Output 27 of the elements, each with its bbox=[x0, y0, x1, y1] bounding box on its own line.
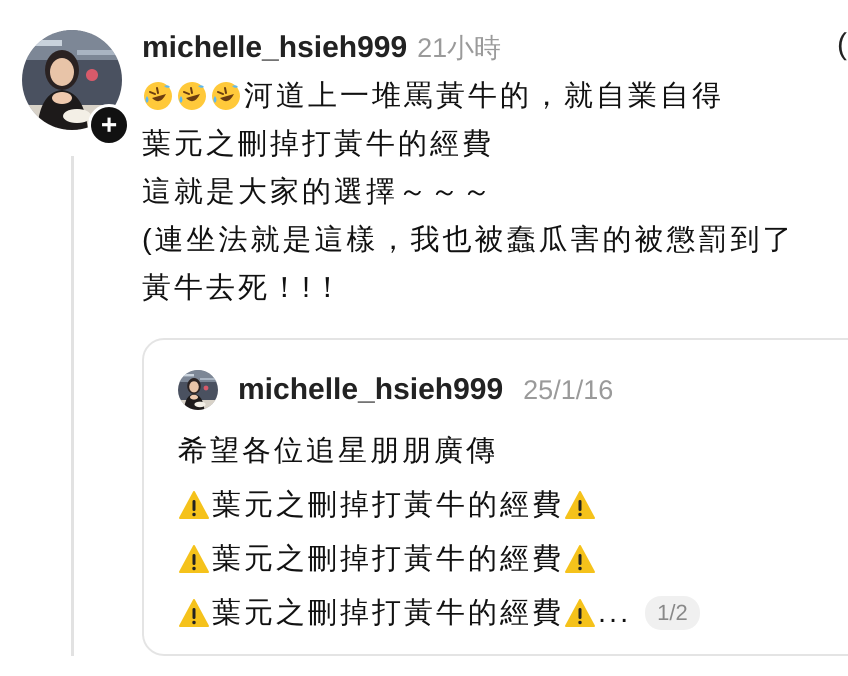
post-text: (連坐法就是這樣，我也被蠢瓜害的被懲罰到了 bbox=[142, 223, 795, 258]
post-text: 河道上一堆罵黃牛的，就自業自得 bbox=[244, 79, 724, 114]
laughing-emoji-icon bbox=[210, 80, 242, 112]
warning-icon bbox=[564, 489, 596, 521]
post-text: 葉元之刪掉打黃牛的經費 bbox=[212, 488, 564, 523]
post-text: 葉元之刪掉打黃牛的經費 bbox=[212, 596, 564, 631]
post-text: 這就是大家的選擇～～～ bbox=[142, 175, 494, 210]
warning-icon bbox=[178, 489, 210, 521]
follow-button[interactable]: + bbox=[88, 104, 130, 146]
post-text: 葉元之刪掉打黃牛的經費 bbox=[142, 127, 494, 162]
username[interactable]: michelle_hsieh999 bbox=[238, 373, 504, 407]
laughing-emoji-icon bbox=[176, 80, 208, 112]
post-time: 21小時 bbox=[417, 32, 502, 65]
edge-mark: ( bbox=[837, 28, 847, 62]
warning-icon bbox=[564, 597, 596, 629]
post-time: 25/1/16 bbox=[523, 374, 614, 406]
page-indicator: 1/2 bbox=[645, 596, 700, 630]
post-text: ... bbox=[598, 596, 632, 630]
warning-icon bbox=[178, 543, 210, 575]
post-text: 希望各位追星朋朋廣傳 bbox=[178, 434, 498, 469]
laughing-emoji-icon bbox=[142, 80, 174, 112]
warning-icon bbox=[178, 597, 210, 629]
post-text: 葉元之刪掉打黃牛的經費 bbox=[212, 542, 564, 577]
warning-icon bbox=[564, 543, 596, 575]
quoted-post-card[interactable]: michelle_hsieh999 25/1/16 希望各位追星朋朋廣傳 葉元之刪掉打黃牛的經費 葉元之刪掉打黃牛的經費 葉元之刪掉打黃牛的經費 ... 1/2 bbox=[142, 338, 848, 656]
post-text: 黃牛去死！!！ bbox=[142, 271, 346, 306]
username[interactable]: michelle_hsieh999 bbox=[142, 31, 408, 65]
